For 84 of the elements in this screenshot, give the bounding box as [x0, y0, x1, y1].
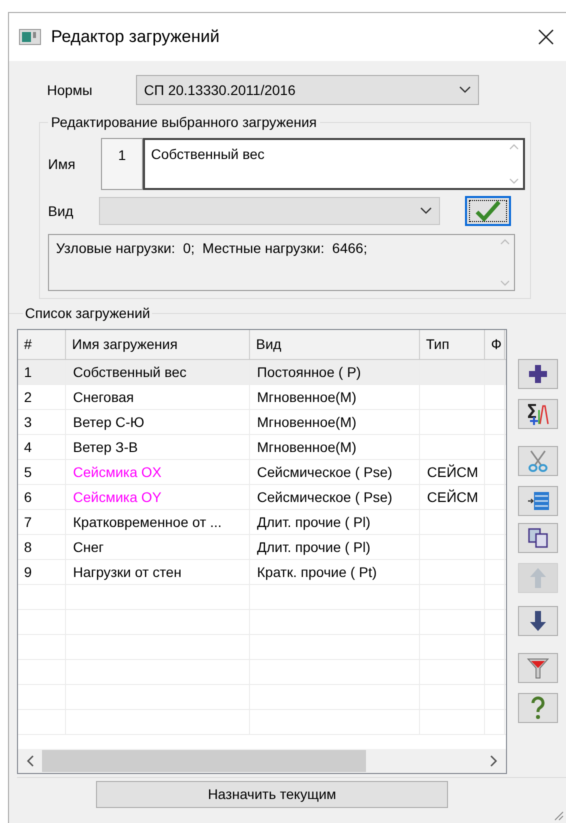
- sum-button[interactable]: [518, 399, 558, 429]
- table-cell: Ветер З-В: [66, 435, 250, 459]
- load-number: 1: [101, 138, 143, 190]
- apply-button[interactable]: [465, 196, 511, 226]
- table-row[interactable]: 1 Собственный вес Постоянное ( P): [18, 360, 506, 385]
- table-cell: Постоянное ( P): [250, 360, 420, 384]
- column-header[interactable]: Имя загружения: [66, 330, 250, 359]
- table-cell: СЕЙСМ: [420, 485, 485, 509]
- help-button[interactable]: [518, 693, 558, 723]
- table-cell: Сейсмическое ( Pse): [250, 485, 420, 509]
- norms-value: СП 20.13330.2011/2016: [144, 80, 296, 100]
- name-text-area[interactable]: Собственный вес: [143, 138, 525, 190]
- cut-button[interactable]: [518, 446, 558, 476]
- column-header[interactable]: Тип: [420, 330, 485, 359]
- table-cell: 7: [18, 510, 66, 534]
- chevron-down-icon: [420, 207, 432, 215]
- table-row[interactable]: 3 Ветер С-Ю Мгновенное(M): [18, 410, 506, 435]
- scroll-up-icon[interactable]: [509, 144, 519, 150]
- table-cell: 6: [18, 485, 66, 509]
- insert-row-icon: [527, 490, 549, 512]
- scroll-right-icon[interactable]: [490, 755, 498, 767]
- help-icon: [530, 696, 546, 720]
- table-cell: Кратковременное от ...: [66, 510, 250, 534]
- checkmark-icon: [475, 200, 501, 222]
- table-row[interactable]: 8 Снег Длит. прочие ( Pl): [18, 535, 506, 560]
- table-cell: 4: [18, 435, 66, 459]
- table-row[interactable]: 6 Сейсмика OY Сейсмическое ( Pse) СЕЙСМ: [18, 485, 506, 510]
- norms-dropdown[interactable]: СП 20.13330.2011/2016: [136, 75, 479, 105]
- table-cell: Сейсмика OY: [66, 485, 250, 509]
- table-cell: Длит. прочие ( Pl): [250, 510, 420, 534]
- table-row[interactable]: 4 Ветер З-В Мгновенное(M): [18, 435, 506, 460]
- column-header[interactable]: Ф: [485, 330, 505, 359]
- table-cell: Ветер С-Ю: [66, 410, 250, 434]
- table-row[interactable]: 7 Кратковременное от ... Длит. прочие ( Pl): [18, 510, 506, 535]
- norms-label: Нормы: [47, 80, 94, 100]
- table-cell: Кратк. прочие ( Pt): [250, 560, 420, 584]
- plus-icon: [527, 363, 549, 385]
- table-row[interactable]: 2 Снеговая Мгновенное(M): [18, 385, 506, 410]
- name-value: Собственный вес: [150, 145, 266, 164]
- copy-button[interactable]: [518, 523, 558, 553]
- table-cell: 1: [18, 360, 66, 384]
- table-cell: Нагрузки от стен: [66, 560, 250, 584]
- close-icon[interactable]: [538, 29, 554, 45]
- add-button[interactable]: [518, 359, 558, 389]
- column-header[interactable]: Вид: [250, 330, 420, 359]
- table-cell: Мгновенное(M): [250, 435, 420, 459]
- table-cell: Собственный вес: [66, 360, 250, 384]
- table-cell: 3: [18, 410, 66, 434]
- table-cell: Снег: [66, 535, 250, 559]
- chevron-down-icon: [459, 86, 471, 94]
- table-cell: Мгновенное(M): [250, 385, 420, 409]
- horizontal-scrollbar[interactable]: [18, 749, 506, 773]
- app-icon: [19, 29, 41, 45]
- scrollbar-thumb[interactable]: [42, 750, 366, 772]
- table-cell: Сейсмическое ( Pse): [250, 460, 420, 484]
- scissors-icon: [527, 449, 549, 473]
- table-cell: Длит. прочие ( Pl): [250, 535, 420, 559]
- table-cell: Сейсмика OX: [66, 460, 250, 484]
- table-cell: 8: [18, 535, 66, 559]
- sum-chart-icon: [526, 402, 550, 426]
- scroll-down-icon[interactable]: [509, 178, 519, 184]
- assign-current-button[interactable]: Назначить текущим: [96, 781, 448, 808]
- kind-label: Вид: [48, 202, 74, 221]
- load-summary: Узловые нагрузки: 0; Местные нагрузки: 6466;: [55, 239, 368, 258]
- table-cell: 9: [18, 560, 66, 584]
- table-cell: 2: [18, 385, 66, 409]
- name-label: Имя: [48, 154, 76, 174]
- copy-icon: [527, 527, 549, 549]
- window-title: Редактор загружений: [51, 26, 221, 48]
- arrow-down-icon: [529, 610, 547, 632]
- filter-button[interactable]: [518, 653, 558, 683]
- resize-grip-icon[interactable]: [552, 809, 564, 821]
- column-header[interactable]: #: [18, 330, 66, 359]
- table-cell: Снеговая: [66, 385, 250, 409]
- table-row[interactable]: 5 Сейсмика OX Сейсмическое ( Pse) СЕЙСМ: [18, 460, 506, 485]
- scroll-left-icon[interactable]: [26, 755, 34, 767]
- insert-button[interactable]: [518, 486, 558, 516]
- move-down-button[interactable]: [518, 606, 558, 636]
- arrow-up-icon: [529, 567, 547, 589]
- filter-icon: [527, 657, 549, 679]
- table-row[interactable]: 9 Нагрузки от стен Кратк. прочие ( Pt): [18, 560, 506, 585]
- table-cell: СЕЙСМ: [420, 460, 485, 484]
- table-cell: Мгновенное(M): [250, 410, 420, 434]
- table-cell: 5: [18, 460, 66, 484]
